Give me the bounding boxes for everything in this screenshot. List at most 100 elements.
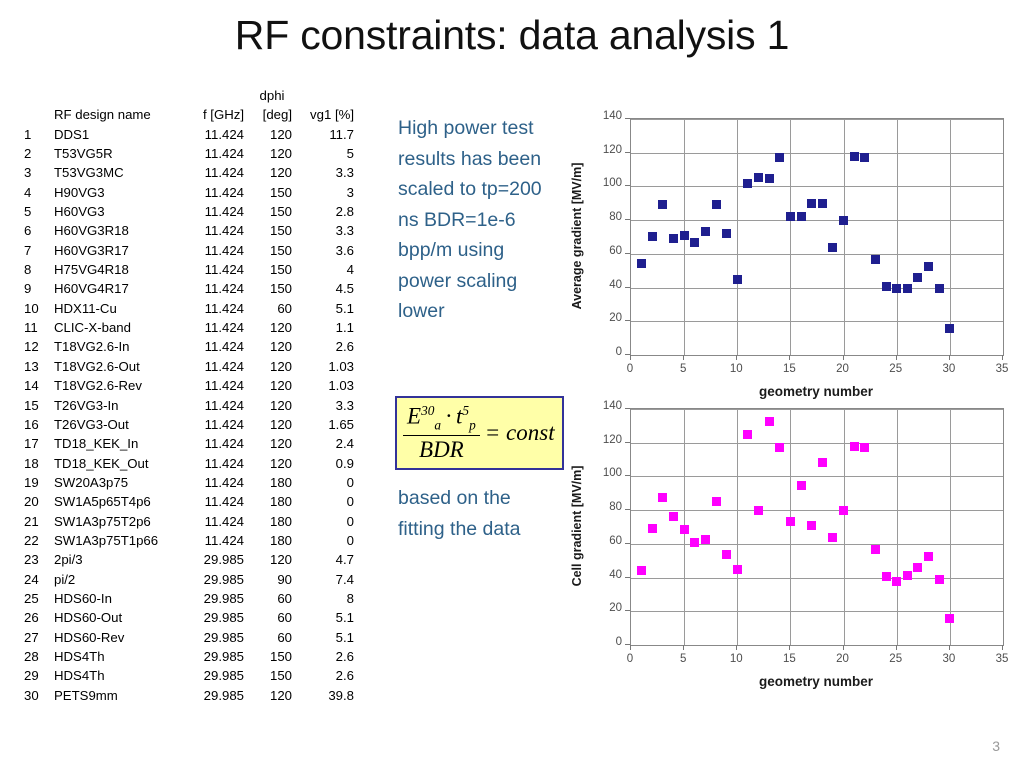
y-axis-tick-label: 140	[602, 400, 622, 412]
cell-index: 3	[24, 165, 32, 181]
table-row: 5 H60VG3 11.424 150 2.8	[24, 202, 354, 221]
data-point	[924, 262, 934, 271]
cell-dphi: 120	[269, 165, 292, 181]
x-axis-tick-mark	[1002, 645, 1003, 650]
cell-frequency: 11.424	[204, 378, 244, 394]
formula-denominator: BDR	[419, 436, 464, 462]
y-axis-tick-label: 0	[615, 346, 622, 358]
cell-index: 12	[24, 339, 39, 355]
cell-index: 4	[24, 184, 32, 200]
x-axis-tick-mark	[630, 355, 631, 360]
cell-index: 24	[24, 571, 39, 587]
cell-dphi: 150	[269, 204, 292, 220]
data-point	[807, 520, 817, 530]
gridline-vertical	[737, 119, 738, 355]
cell-index: 17	[24, 436, 39, 452]
data-point	[945, 613, 955, 623]
cell-frequency: 11.424	[204, 242, 244, 258]
table-header: dphi RF design name f [GHz] [deg] vg1 [%…	[24, 86, 354, 125]
cell-frequency: 11.424	[204, 513, 244, 529]
cell-rf-design-name: SW1A5p65T4p6	[54, 494, 151, 510]
cell-index: 29	[24, 668, 39, 684]
cell-vg1: 2.6	[335, 339, 354, 355]
data-point	[807, 198, 817, 208]
y-axis-tick-label: 20	[609, 602, 622, 615]
x-axis-tick-label: 25	[889, 363, 903, 375]
table-row: 14 T18VG2.6-Rev 11.424 120 1.03	[24, 376, 354, 395]
data-point	[722, 229, 732, 239]
cell-dphi: 120	[269, 416, 292, 432]
cell-vg1: 7.4	[335, 571, 354, 587]
cell-index: 6	[24, 223, 32, 239]
data-point	[647, 524, 657, 534]
table-body: 1 DDS1 11.424 120 11.7 2 T53VG5R 11.424 120 5 3 T53…	[24, 125, 354, 705]
data-point	[913, 562, 923, 572]
cell-index: 13	[24, 358, 39, 374]
cell-dphi: 120	[269, 455, 292, 471]
y-axis-tick-label: 100	[602, 467, 622, 480]
cell-index: 11	[24, 320, 38, 336]
x-axis-tick-label: 30	[942, 363, 956, 375]
table-row: 23 2pi/3 29.985 120 4.7	[24, 550, 354, 569]
column-header-vg1: vg1 [%]	[310, 107, 354, 123]
data-point	[870, 255, 880, 265]
chart-average-gradient: Average gradient [MV/m] 0 20 40 60 80 100 120 14…	[560, 96, 1020, 399]
cell-rf-design-name: H60VG3R17	[54, 242, 129, 258]
cell-vg1: 3	[346, 184, 354, 200]
table-row: 13 T18VG2.6-Out 11.424 120 1.03	[24, 357, 354, 376]
cell-frequency: 11.424	[204, 165, 244, 181]
x-axis-tick-label: 20	[836, 653, 849, 665]
data-point	[945, 323, 955, 333]
x-axis-tick-mark	[789, 645, 791, 650]
formula-dot: ·	[445, 404, 452, 430]
cell-frequency: 11.424	[204, 184, 244, 200]
data-point	[817, 458, 827, 468]
cell-vg1: 1.65	[328, 416, 354, 432]
formula-fraction: E30a · t5p BDR	[403, 403, 480, 462]
data-point	[637, 566, 647, 576]
cell-rf-design-name: T18VG2.6-Rev	[54, 378, 142, 394]
data-point	[679, 230, 689, 240]
data-point	[732, 275, 742, 285]
table-row: 22 SW1A3p75T1p66 11.424 180 0	[24, 531, 354, 550]
y-axis-tick-label: 140	[602, 110, 622, 122]
x-axis-tick-label: 10	[729, 363, 743, 375]
data-point	[913, 272, 923, 282]
table-row: 28 HDS4Th 29.985 150 2.6	[24, 647, 354, 666]
cell-rf-design-name: TD18_KEK_In	[54, 436, 139, 452]
cell-dphi: 120	[269, 552, 292, 568]
table-header-dphi-row: dphi	[24, 86, 354, 105]
cell-frequency: 11.424	[204, 281, 244, 297]
cell-rf-design-name: SW1A3p75T2p6	[54, 513, 151, 529]
data-point	[690, 238, 700, 248]
cell-dphi: 180	[269, 494, 292, 510]
cell-frequency: 11.424	[204, 300, 244, 316]
cell-rf-design-name: HDS4Th	[54, 648, 105, 664]
cell-vg1: 39.8	[328, 687, 354, 703]
cell-frequency: 11.424	[204, 146, 244, 162]
cell-vg1: 1.03	[328, 358, 354, 374]
cell-vg1: 1.1	[335, 320, 354, 336]
data-point	[892, 577, 902, 587]
formula-num-t-subscript: p	[469, 417, 476, 433]
y-axis-tick-label: 20	[609, 312, 622, 325]
x-axis-tick-label: 15	[783, 363, 796, 375]
cell-rf-design-name: SW20A3p75	[54, 474, 129, 490]
data-point	[711, 497, 721, 507]
column-header-frequency: f [GHz]	[202, 107, 244, 123]
cell-dphi: 120	[269, 320, 292, 336]
column-header-rf-design-name: RF design name	[54, 107, 151, 123]
cell-rf-design-name: 2pi/3	[54, 552, 83, 568]
y-axis-tick-mark	[625, 118, 630, 119]
cell-index: 7	[24, 242, 32, 258]
gridline-horizontal	[631, 443, 1003, 444]
cell-dphi: 60	[277, 610, 292, 626]
data-point	[849, 151, 859, 161]
table-row: 30 PETS9mm 29.985 120 39.8	[24, 686, 354, 705]
cell-vg1: 5.1	[335, 300, 354, 316]
y-axis-tick-mark	[625, 542, 630, 544]
cell-index: 1	[24, 126, 32, 142]
y-axis-tick-mark	[625, 576, 630, 578]
data-point	[764, 173, 774, 183]
cell-vg1: 1.03	[328, 378, 354, 394]
